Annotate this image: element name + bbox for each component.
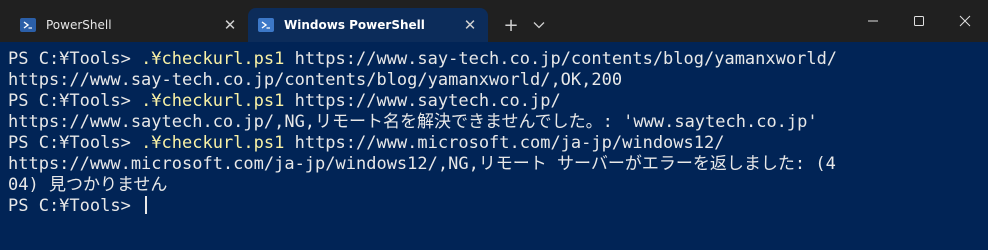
title-bar: PowerShell ✕ Windows PowerShell ✕ + [0, 0, 988, 42]
prompt: PS C:¥Tools> [8, 91, 142, 111]
command-args: https://www.say-tech.co.jp/contents/blog… [284, 49, 838, 69]
text-cursor [145, 196, 148, 214]
terminal-line: PS C:¥Tools> .¥checkurl.ps1 https://www.… [8, 49, 988, 70]
command-args: https://www.microsoft.com/ja-jp/windows1… [284, 133, 725, 153]
terminal-line: PS C:¥Tools> .¥checkurl.ps1 https://www.… [8, 91, 988, 112]
command-args: https://www.saytech.co.jp/ [284, 91, 561, 111]
terminal-window: PowerShell ✕ Windows PowerShell ✕ + PS C… [0, 0, 988, 250]
powershell-icon [258, 18, 274, 32]
terminal-line: https://www.saytech.co.jp/,NG,リモート名を解決でき… [8, 112, 818, 132]
powershell-icon [20, 18, 36, 32]
command: .¥checkurl.ps1 [141, 49, 285, 69]
command: .¥checkurl.ps1 [141, 91, 285, 111]
terminal-output[interactable]: PS C:¥Tools> .¥checkurl.ps1 https://www.… [0, 42, 988, 250]
tab-powershell[interactable]: PowerShell ✕ [10, 8, 248, 42]
prompt: PS C:¥Tools> [8, 196, 142, 216]
minimize-button[interactable] [850, 0, 896, 42]
prompt: PS C:¥Tools> [8, 49, 142, 69]
close-icon[interactable]: ✕ [222, 16, 238, 34]
terminal-line: https://www.say-tech.co.jp/contents/blog… [8, 70, 623, 90]
chevron-down-icon[interactable] [528, 12, 550, 38]
close-icon[interactable]: ✕ [462, 16, 478, 34]
command: .¥checkurl.ps1 [141, 133, 285, 153]
terminal-line: PS C:¥Tools> [8, 196, 988, 217]
terminal-line: 04) 見つかりません [8, 175, 168, 195]
close-window-button[interactable] [942, 0, 988, 42]
tab-label: PowerShell [46, 18, 112, 32]
tab-label: Windows PowerShell [284, 18, 425, 32]
new-tab-button[interactable]: + [498, 12, 524, 38]
terminal-line: https://www.microsoft.com/ja-jp/windows1… [8, 154, 836, 174]
prompt: PS C:¥Tools> [8, 133, 142, 153]
tab-windows-powershell[interactable]: Windows PowerShell ✕ [248, 8, 488, 42]
terminal-line: PS C:¥Tools> .¥checkurl.ps1 https://www.… [8, 133, 988, 154]
maximize-button[interactable] [896, 0, 942, 42]
